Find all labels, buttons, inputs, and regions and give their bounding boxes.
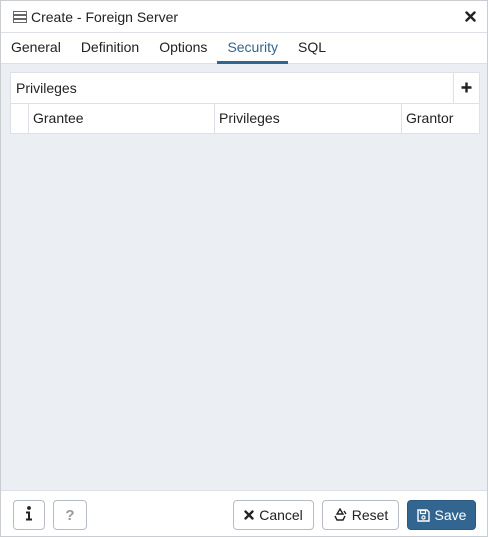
- tab-bar: General Definition Options Security SQL: [1, 33, 487, 64]
- grantee-column-header[interactable]: Grantee: [29, 104, 215, 133]
- help-button[interactable]: ?: [53, 500, 87, 530]
- privileges-grid-header: Grantee Privileges Grantor: [11, 104, 479, 133]
- reset-button[interactable]: Reset: [322, 500, 399, 530]
- info-icon: [25, 506, 33, 524]
- tab-general[interactable]: General: [1, 33, 71, 64]
- recycle-icon: [333, 508, 347, 522]
- cancel-label: Cancel: [259, 507, 303, 523]
- add-privilege-button[interactable]: [453, 73, 479, 103]
- save-label: Save: [434, 507, 467, 523]
- save-button[interactable]: Save: [407, 500, 476, 530]
- create-foreign-server-dialog: Create - Foreign Server General Definiti…: [0, 0, 488, 537]
- reset-label: Reset: [351, 507, 389, 523]
- foreign-server-icon: [13, 10, 27, 24]
- tab-content: Privileges Grantee Privileges Grantor: [1, 64, 487, 490]
- info-button[interactable]: [13, 500, 45, 530]
- tab-security[interactable]: Security: [217, 33, 289, 64]
- floppy-disk-icon: [416, 508, 430, 522]
- privileges-title: Privileges: [16, 80, 77, 96]
- close-icon: [244, 510, 254, 520]
- privileges-column-header[interactable]: Privileges: [215, 104, 402, 133]
- privileges-panel: Privileges Grantee Privileges Grantor: [10, 72, 480, 134]
- grantor-column-header[interactable]: Grantor: [402, 104, 479, 133]
- dialog-title: Create - Foreign Server: [31, 8, 179, 25]
- plus-icon: [461, 80, 472, 96]
- tab-sql[interactable]: SQL: [288, 33, 336, 64]
- row-selector-header: [11, 104, 29, 133]
- privileges-header: Privileges: [11, 73, 479, 104]
- cancel-button[interactable]: Cancel: [233, 500, 314, 530]
- tab-definition[interactable]: Definition: [71, 33, 149, 64]
- tab-options[interactable]: Options: [149, 33, 217, 64]
- close-icon[interactable]: [463, 9, 477, 23]
- dialog-footer: ? Cancel Reset Save: [1, 490, 487, 536]
- help-icon: ?: [65, 506, 75, 524]
- dialog-titlebar: Create - Foreign Server: [1, 1, 487, 33]
